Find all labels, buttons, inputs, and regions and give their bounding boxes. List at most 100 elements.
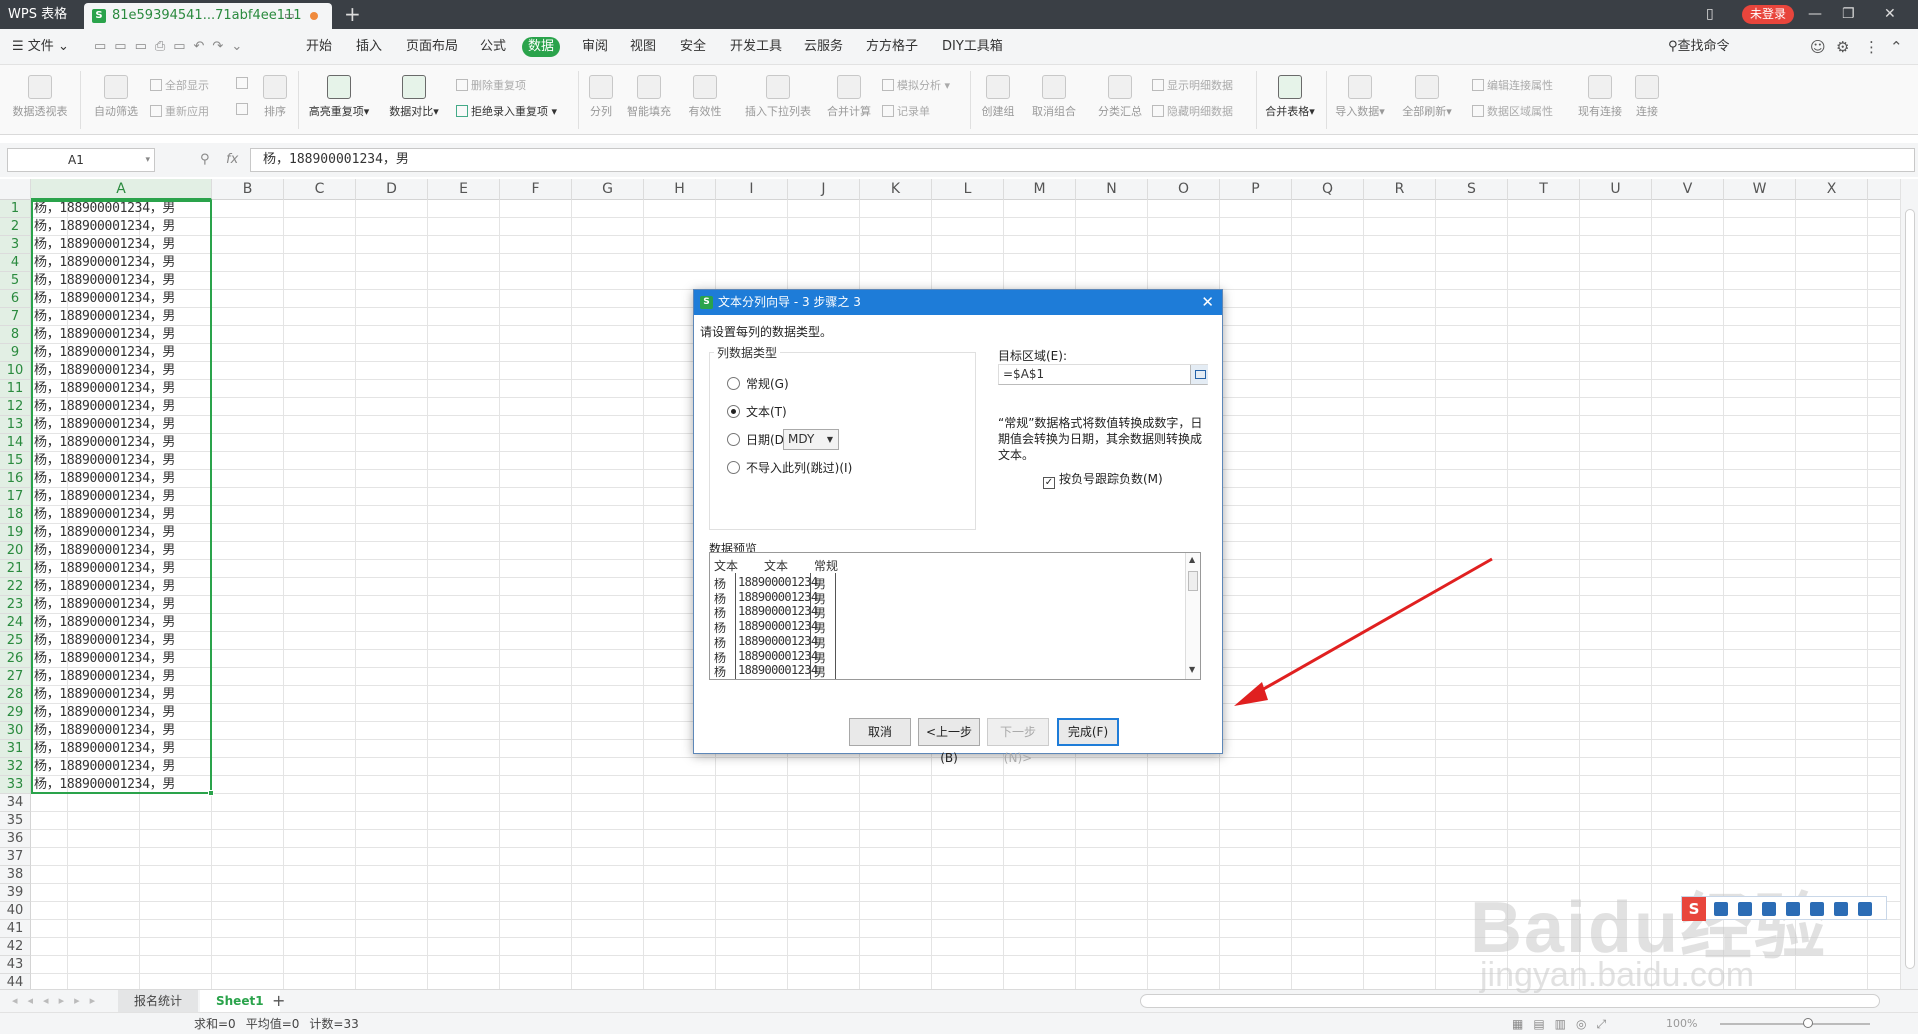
tab-data[interactable]: 数据 <box>522 37 561 57</box>
ime-logo-icon[interactable]: S <box>1682 897 1706 921</box>
fill-handle[interactable] <box>208 790 214 796</box>
row-header[interactable]: 31 <box>0 740 31 758</box>
column-header[interactable]: D <box>356 179 428 200</box>
tablet-mode-icon[interactable]: ▯ <box>1706 0 1714 29</box>
ime-grid-icon[interactable] <box>1858 902 1872 916</box>
row-header[interactable]: 22 <box>0 578 31 596</box>
ime-user-icon[interactable] <box>1810 902 1824 916</box>
command-search[interactable]: ⚲查找命令 <box>1668 29 1730 65</box>
add-sheet-button[interactable]: + <box>272 990 285 1012</box>
refresh-all-button[interactable]: 全部刷新▾ <box>1398 75 1456 119</box>
row-header[interactable]: 1 <box>0 200 31 218</box>
show-all-button[interactable]: 全部显示 <box>150 77 209 93</box>
reject-duplicates-button[interactable]: 拒绝录入重复项 ▾ <box>456 103 557 119</box>
column-header[interactable]: G <box>572 179 644 200</box>
zoom-slider-knob[interactable] <box>1803 1018 1813 1028</box>
column-header[interactable]: R <box>1364 179 1436 200</box>
preview-scrollbar[interactable]: ▲ ▼ <box>1185 553 1200 679</box>
view-mode-icons[interactable]: ▦▤▥◎⤢ <box>1512 1013 1616 1034</box>
row-header[interactable]: 41 <box>0 920 31 938</box>
finish-button[interactable]: 完成(F) <box>1057 718 1119 746</box>
monitor-icon[interactable]: ▭ <box>284 9 294 22</box>
maximize-button[interactable]: ❐ <box>1842 0 1855 29</box>
data-compare-button[interactable]: 数据对比▾ <box>384 75 444 119</box>
column-header[interactable]: Q <box>1292 179 1364 200</box>
preview-header-col1[interactable]: 文本 <box>714 557 738 574</box>
column-header[interactable]: F <box>500 179 572 200</box>
column-header[interactable]: W <box>1724 179 1796 200</box>
quick-access-toolbar[interactable]: ▭▭▭⎙▭↶↷⌄ <box>94 29 250 65</box>
sort-descending-icon[interactable] <box>236 103 251 116</box>
split-column-button[interactable]: 分列 <box>584 75 618 119</box>
row-header[interactable]: 16 <box>0 470 31 488</box>
scroll-thumb[interactable] <box>1188 571 1198 591</box>
row-header[interactable]: 13 <box>0 416 31 434</box>
row-header[interactable]: 39 <box>0 884 31 902</box>
delete-duplicates-button[interactable]: 删除重复项 <box>456 77 526 93</box>
existing-connections-button[interactable]: 现有连接 <box>1574 75 1626 119</box>
column-header[interactable]: X <box>1796 179 1868 200</box>
scroll-down-icon[interactable]: ▼ <box>1189 665 1195 674</box>
row-header[interactable]: 7 <box>0 308 31 326</box>
row-header[interactable]: 43 <box>0 956 31 974</box>
file-menu[interactable]: ☰ 文件 ⌄ <box>12 29 69 65</box>
zoom-slider[interactable] <box>1720 1023 1870 1025</box>
row-header[interactable]: 36 <box>0 830 31 848</box>
collapse-ribbon-icon[interactable]: ⌃ <box>1890 29 1903 65</box>
row-header[interactable]: 27 <box>0 668 31 686</box>
row-header[interactable]: 8 <box>0 326 31 344</box>
tab-formula[interactable]: 公式 <box>474 37 512 57</box>
radio-general[interactable]: 常规(G) <box>727 375 789 392</box>
column-header[interactable]: A <box>31 179 212 200</box>
import-data-button[interactable]: 导入数据▾ <box>1332 75 1388 119</box>
tab-fangfang[interactable]: 方方格子 <box>860 37 924 57</box>
sheet-tab-sheet1[interactable]: Sheet1 <box>200 990 280 1012</box>
unsaved-dot-icon[interactable] <box>310 12 318 20</box>
row-header[interactable]: 15 <box>0 452 31 470</box>
gear-icon[interactable]: ⚙ <box>1836 29 1849 65</box>
row-header[interactable]: 32 <box>0 758 31 776</box>
ime-language-icon[interactable] <box>1714 902 1728 916</box>
row-header[interactable]: 42 <box>0 938 31 956</box>
column-header[interactable]: V <box>1652 179 1724 200</box>
tab-page-layout[interactable]: 页面布局 <box>400 37 464 57</box>
zoom-level[interactable]: 100% <box>1666 1013 1697 1034</box>
show-detail-button[interactable]: 显示明细数据 <box>1152 77 1233 93</box>
insert-dropdown-button[interactable]: 插入下拉列表 <box>738 75 818 119</box>
ime-skin-icon[interactable] <box>1834 902 1848 916</box>
row-header[interactable]: 23 <box>0 596 31 614</box>
column-header[interactable]: H <box>644 179 716 200</box>
ime-keyboard-icon[interactable] <box>1786 902 1800 916</box>
chevron-down-icon[interactable]: ▾ <box>145 149 150 171</box>
column-header[interactable]: L <box>932 179 1004 200</box>
column-header[interactable]: K <box>860 179 932 200</box>
ime-punctuation-icon[interactable] <box>1738 902 1752 916</box>
preview-header-col3[interactable]: 常规 <box>814 557 838 574</box>
row-header[interactable]: 14 <box>0 434 31 452</box>
cancel-button[interactable]: 取消 <box>849 718 911 746</box>
formula-input[interactable]: 杨，188900001234，男 <box>250 148 1915 172</box>
row-header[interactable]: 26 <box>0 650 31 668</box>
tab-insert[interactable]: 插入 <box>350 37 388 57</box>
record-form-button[interactable]: 记录单 <box>882 103 930 119</box>
row-header[interactable]: 25 <box>0 632 31 650</box>
merge-table-button[interactable]: 合并表格▾ <box>1260 75 1320 119</box>
sheet-nav-arrows[interactable]: ◂◂◂▸▸▸ <box>12 990 105 1012</box>
subtotal-button[interactable]: 分类汇总 <box>1092 75 1148 119</box>
row-header[interactable]: 10 <box>0 362 31 380</box>
more-icon[interactable]: ⋮ <box>1864 29 1879 65</box>
back-button[interactable]: <上一步(B) <box>918 718 980 765</box>
column-header[interactable]: C <box>284 179 356 200</box>
row-header[interactable]: 29 <box>0 704 31 722</box>
row-header[interactable]: 40 <box>0 902 31 920</box>
tab-diy-toolbox[interactable]: DIY工具箱 <box>936 37 1009 57</box>
row-header[interactable]: 37 <box>0 848 31 866</box>
horizontal-scrollbar[interactable] <box>1140 994 1880 1008</box>
login-button[interactable]: 未登录 <box>1742 5 1794 24</box>
tab-review[interactable]: 审阅 <box>576 37 614 57</box>
chat-icon[interactable]: ☺ <box>1810 29 1826 65</box>
close-icon[interactable]: ✕ <box>1201 290 1214 314</box>
row-header[interactable]: 18 <box>0 506 31 524</box>
column-header[interactable]: T <box>1508 179 1580 200</box>
preview-header-col2[interactable]: 文本 <box>764 557 788 574</box>
